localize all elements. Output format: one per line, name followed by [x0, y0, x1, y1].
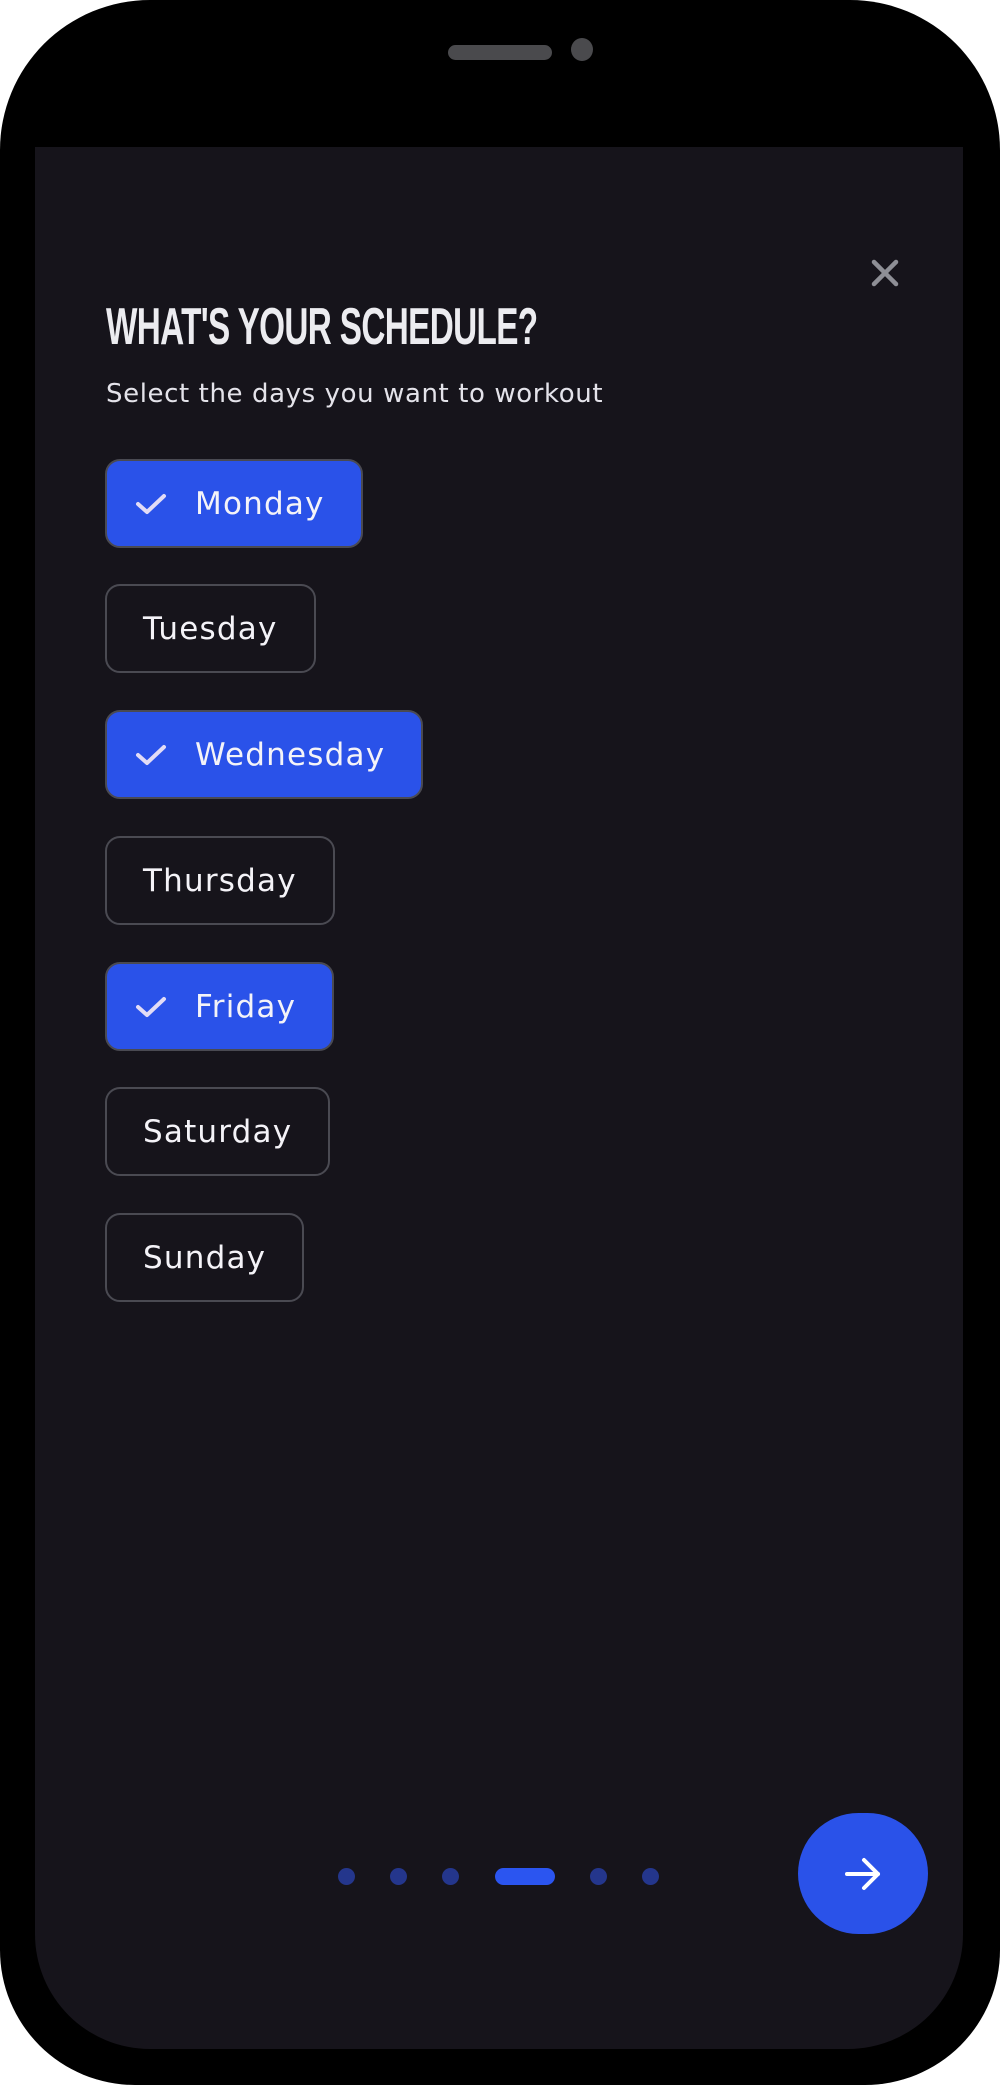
step-dot-3[interactable]	[442, 1868, 459, 1885]
day-label: Tuesday	[143, 610, 278, 647]
day-option-friday[interactable]: Friday	[105, 962, 335, 1051]
front-camera	[571, 38, 593, 61]
step-dot-2[interactable]	[390, 1868, 407, 1885]
day-label: Thursday	[143, 862, 297, 899]
day-option-saturday[interactable]: Saturday	[105, 1087, 331, 1176]
speaker-grille	[448, 45, 552, 60]
day-option-thursday[interactable]: Thursday	[105, 836, 335, 925]
check-icon	[136, 493, 166, 514]
close-button[interactable]	[870, 258, 900, 288]
step-dot-4[interactable]	[495, 1868, 555, 1885]
step-dot-6[interactable]	[642, 1868, 659, 1885]
screen: WHAT'S YOUR SCHEDULE? Select the days yo…	[35, 147, 963, 2049]
arrow-right-icon	[845, 1857, 880, 1890]
next-button[interactable]	[798, 1813, 928, 1934]
day-option-tuesday[interactable]: Tuesday	[105, 584, 316, 673]
day-label: Monday	[195, 485, 325, 522]
day-label: Sunday	[143, 1239, 267, 1276]
page-subtitle: Select the days you want to workout	[106, 379, 604, 409]
day-label: Friday	[195, 988, 297, 1025]
close-icon	[871, 259, 899, 287]
check-icon	[136, 744, 166, 765]
page-title: WHAT'S YOUR SCHEDULE?	[106, 298, 538, 356]
day-option-monday[interactable]: Monday	[105, 459, 363, 548]
phone-frame: WHAT'S YOUR SCHEDULE? Select the days yo…	[0, 0, 1000, 2085]
step-dot-1[interactable]	[338, 1868, 355, 1885]
check-icon	[136, 996, 166, 1017]
day-option-wednesday[interactable]: Wednesday	[105, 710, 424, 799]
day-option-sunday[interactable]: Sunday	[105, 1213, 305, 1302]
day-label: Wednesday	[195, 736, 386, 773]
day-label: Saturday	[143, 1113, 293, 1150]
step-dot-5[interactable]	[590, 1868, 607, 1885]
